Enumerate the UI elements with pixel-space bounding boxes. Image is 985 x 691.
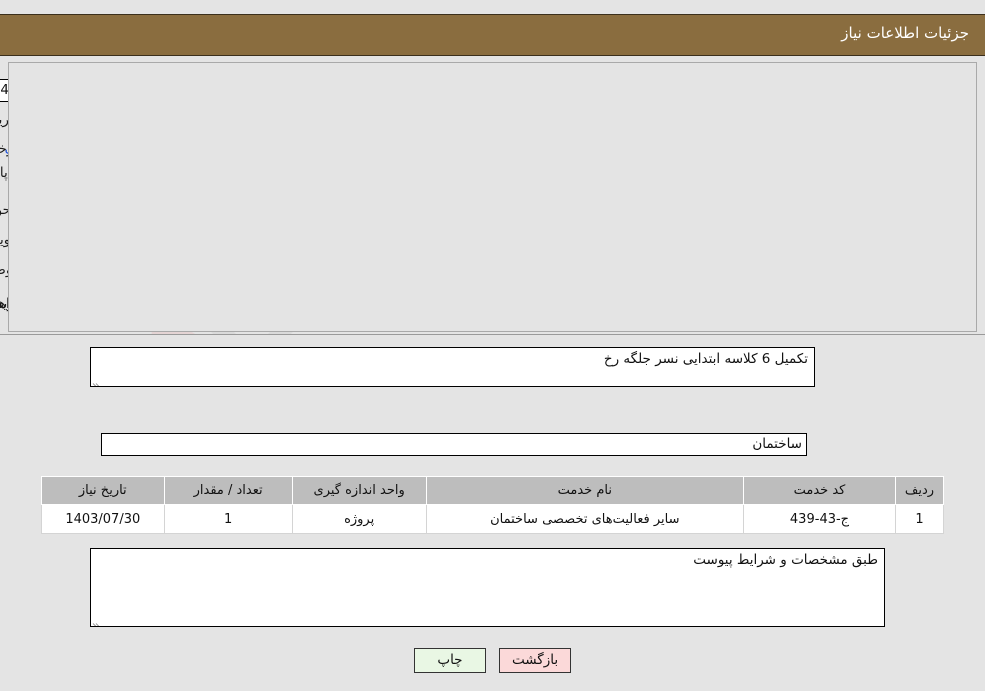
col-unit: واحد اندازه گیری [291,476,427,505]
page-root: V AriaTender.net جزئیات اطلاعات نیاز شما… [0,0,985,691]
col-name: نام خدمت [425,476,744,505]
cell-code: ج-43-439 [742,504,897,534]
col-quantity: تعداد / مقدار [163,476,293,505]
need-info-panel [8,62,977,332]
col-code: کد خدمت [742,476,897,505]
footer-buttons: بازگشت چاپ [0,648,985,673]
print-button[interactable]: چاپ [413,648,486,673]
buyer-notes-textarea[interactable]: طبق مشخصات و شرایط پیوست [90,548,885,627]
table-header-row: ردیف کد خدمت نام خدمت واحد اندازه گیری ت… [41,476,944,505]
cell-name: سایر فعالیت‌های تخصصی ساختمان [425,504,744,534]
page-title: جزئیات اطلاعات نیاز [841,24,969,42]
services-table: ردیف کد خدمت نام خدمت واحد اندازه گیری ت… [41,476,944,534]
buyer-notes-value: طبق مشخصات و شرایط پیوست [693,552,878,568]
cell-date: 1403/07/30 [41,504,165,534]
cell-unit: پروژه [291,504,427,534]
window-title-bar: جزئیات اطلاعات نیاز [0,14,985,56]
description-value: تکمیل 6 کلاسه ابتدایی نسر جلگه رخ [603,351,808,367]
service-group-value: ساختمان [101,433,807,456]
cell-quantity: 1 [163,504,293,534]
resize-grip-icon-2[interactable] [92,615,103,626]
col-row: ردیف [895,476,944,505]
back-button[interactable]: بازگشت [499,648,572,673]
description-textarea[interactable]: تکمیل 6 کلاسه ابتدایی نسر جلگه رخ [90,347,815,387]
col-date: تاریخ نیاز [41,476,165,505]
table-row: 1 ج-43-439 سایر فعالیت‌های تخصصی ساختمان… [41,504,944,534]
cell-row: 1 [895,504,944,534]
resize-grip-icon[interactable] [92,375,103,386]
